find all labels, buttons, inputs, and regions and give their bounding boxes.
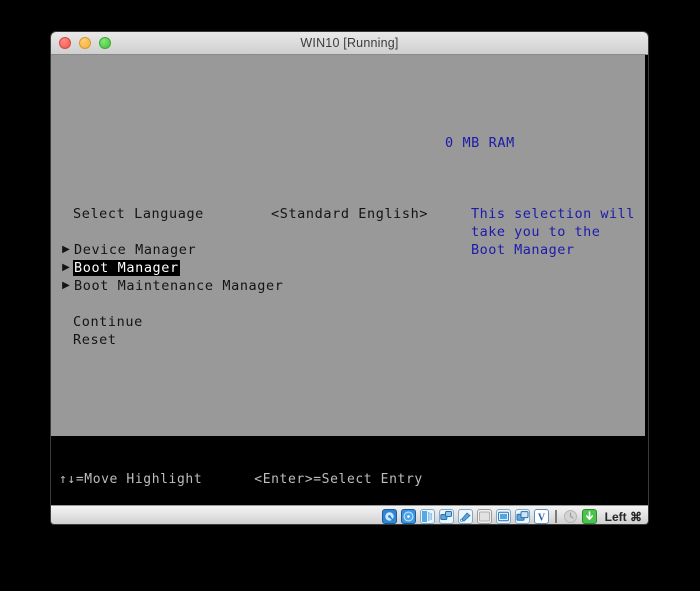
host-key-icon[interactable] <box>582 509 597 524</box>
menu-item-label: Boot Maintenance Manager <box>73 278 284 294</box>
select-language-label: Select Language <box>73 206 204 222</box>
video-capture-icon[interactable]: V <box>534 509 549 524</box>
vm-statusbar: V Left ⌘ <box>51 505 648 525</box>
window-title: WIN10 [Running] <box>51 32 648 54</box>
clock-icon <box>563 509 578 524</box>
window-titlebar[interactable]: WIN10 [Running] <box>51 32 648 55</box>
window-controls <box>59 37 111 49</box>
vm-status-icons: V Left ⌘ <box>382 509 642 524</box>
vm-screen[interactable]: 0 MB RAM Select Language <Standard Engli… <box>51 55 648 505</box>
submenu-arrow-icon: ▶ <box>59 241 73 259</box>
vm-window: WIN10 [Running] 0 MB RAM Select Language… <box>50 31 649 525</box>
floppy-disk-icon[interactable] <box>420 509 435 524</box>
bios-key-hints: ↑↓=Move Highlight <Enter>=Select Entry <box>59 472 423 487</box>
hard-disk-icon[interactable] <box>382 509 397 524</box>
hint-select-entry: <Enter>=Select Entry <box>254 472 423 487</box>
svg-text:V: V <box>538 513 546 524</box>
close-button[interactable] <box>59 37 71 49</box>
menu-item-boot-manager[interactable]: ▶ Boot Manager <box>59 259 284 277</box>
menu-item-boot-maintenance-manager[interactable]: ▶ Boot Maintenance Manager <box>59 277 284 295</box>
bios-action-list: Continue Reset <box>73 313 143 349</box>
host-key-label: Left ⌘ <box>605 510 642 524</box>
ram-readout: 0 MB RAM <box>445 135 515 151</box>
shared-folders-icon[interactable] <box>477 509 492 524</box>
menu-item-reset[interactable]: Reset <box>73 331 143 349</box>
display-icon[interactable] <box>496 509 511 524</box>
usb-icon[interactable] <box>458 509 473 524</box>
submenu-arrow-icon: ▶ <box>59 259 73 277</box>
hint-move-highlight: ↑↓=Move Highlight <box>59 472 202 487</box>
select-language-value[interactable]: <Standard English> <box>271 206 428 222</box>
hint-spacer <box>202 472 254 487</box>
statusbar-separator <box>555 510 557 523</box>
submenu-arrow-icon: ▶ <box>59 277 73 295</box>
bios-footer: ↑↓=Move Highlight <Enter>=Select Entry <box>51 436 648 505</box>
zoom-button[interactable] <box>99 37 111 49</box>
menu-item-device-manager[interactable]: ▶ Device Manager <box>59 241 284 259</box>
minimize-button[interactable] <box>79 37 91 49</box>
network-icon[interactable] <box>439 509 454 524</box>
screen-root: WIN10 [Running] 0 MB RAM Select Language… <box>0 0 700 591</box>
remote-desktop-icon[interactable] <box>515 509 530 524</box>
bios-main-menu: ▶ Device Manager ▶ Boot Manager ▶ Boot M… <box>59 241 284 295</box>
menu-item-continue[interactable]: Continue <box>73 313 143 331</box>
menu-item-label: Device Manager <box>73 242 197 258</box>
help-text: This selection will take you to the Boot… <box>471 205 636 259</box>
menu-item-label: Boot Manager <box>73 260 180 276</box>
bios-setup-screen: 0 MB RAM Select Language <Standard Engli… <box>51 55 645 436</box>
optical-disk-icon[interactable] <box>401 509 416 524</box>
